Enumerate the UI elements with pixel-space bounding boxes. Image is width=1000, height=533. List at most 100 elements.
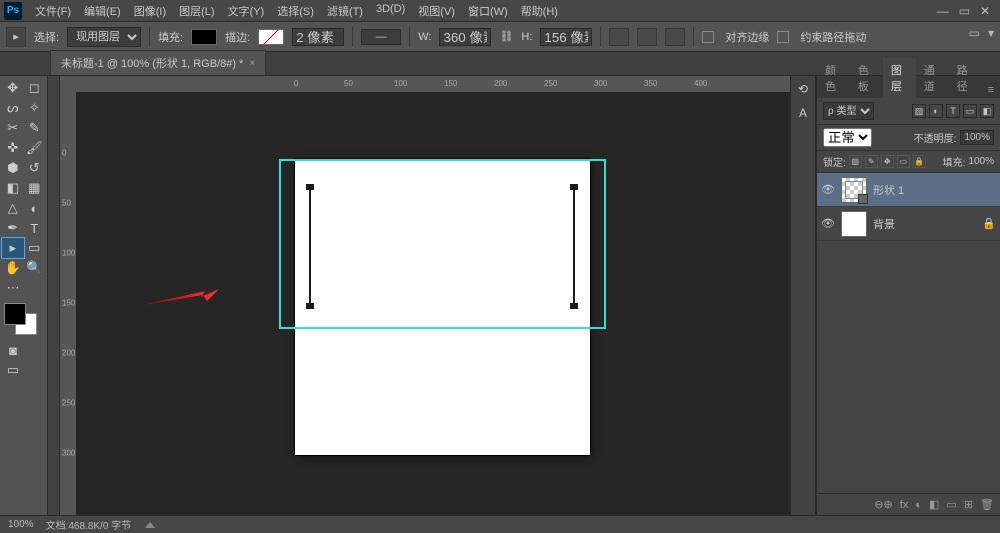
hand-tool[interactable]: ✋	[2, 258, 24, 278]
path-ops-button-2[interactable]	[637, 28, 657, 46]
link-layers-icon[interactable]: ⊖⊕	[874, 498, 892, 511]
heal-tool[interactable]: ✜	[2, 138, 24, 158]
close-button[interactable]: ✕	[980, 4, 990, 18]
tab-layers[interactable]: 图层	[883, 58, 916, 98]
menu-3d[interactable]: 3D(D)	[371, 1, 410, 21]
maximize-button[interactable]: ▭	[959, 4, 970, 18]
new-layer-icon[interactable]: ⊞	[964, 498, 973, 511]
shape-line-left[interactable]	[309, 187, 311, 306]
dodge-tool[interactable]: ◐	[24, 198, 46, 218]
anchor-point[interactable]	[570, 184, 578, 190]
tab-color[interactable]: 颜色	[817, 58, 850, 98]
visibility-icon[interactable]: 👁	[821, 183, 835, 196]
menu-select[interactable]: 选择(S)	[272, 1, 319, 21]
menu-image[interactable]: 图像(I)	[129, 1, 171, 21]
selection-bounds[interactable]	[279, 159, 606, 329]
collapsed-panel-strip[interactable]	[48, 76, 60, 515]
layer-row[interactable]: 👁 背景 🔒	[817, 207, 1000, 241]
panel-menu-icon[interactable]: ≡	[982, 82, 1000, 98]
delete-layer-icon[interactable]: 🗑	[980, 498, 994, 511]
path-ops-button-3[interactable]	[665, 28, 685, 46]
quickmask-tool[interactable]: ◙	[2, 340, 24, 360]
layer-row[interactable]: 👁 形状 1	[817, 173, 1000, 207]
align-edges-checkbox[interactable]	[702, 31, 714, 43]
history-panel-icon[interactable]: ⟲	[794, 82, 812, 98]
character-panel-icon[interactable]: A	[794, 106, 812, 122]
fill-swatch[interactable]	[191, 29, 217, 45]
eyedropper-tool[interactable]: ✎	[24, 118, 46, 138]
lock-position-icon[interactable]: ✥	[881, 155, 894, 168]
constrain-checkbox[interactable]	[777, 31, 789, 43]
tab-paths[interactable]: 路径	[949, 58, 982, 98]
document-tab-close-icon[interactable]: ×	[249, 58, 255, 69]
shape-tool[interactable]: ▭	[24, 238, 46, 258]
anchor-point[interactable]	[306, 184, 314, 190]
type-tool[interactable]: T	[24, 218, 46, 238]
cloud-icon[interactable]: ▭	[969, 26, 980, 40]
menu-edit[interactable]: 编辑(E)	[79, 1, 126, 21]
layer-thumb[interactable]	[841, 211, 867, 237]
layer-fx-icon[interactable]: fx	[900, 499, 909, 511]
document-tab[interactable]: 未标题-1 @ 100% (形状 1, RGB/8#) * ×	[50, 50, 266, 75]
lock-artboard-icon[interactable]: ▭	[897, 155, 910, 168]
lock-all-icon[interactable]: 🔒	[913, 155, 926, 168]
zoom-level[interactable]: 100%	[8, 519, 34, 530]
path-select-tool[interactable]: ▸	[2, 238, 24, 258]
minimize-button[interactable]: —	[937, 4, 949, 18]
color-swatches[interactable]	[2, 304, 38, 336]
layer-mask-icon[interactable]: ◐	[915, 499, 922, 511]
link-wh-icon[interactable]: ⛓	[499, 30, 513, 43]
menu-window[interactable]: 窗口(W)	[463, 1, 513, 21]
zoom-tool[interactable]: 🔍	[24, 258, 46, 278]
filter-type-icon[interactable]: T	[946, 104, 960, 118]
brush-tool[interactable]: 🖌	[24, 138, 46, 158]
filter-pixel-icon[interactable]: ▨	[912, 104, 926, 118]
move-tool[interactable]: ✥	[2, 78, 24, 98]
lock-transparent-icon[interactable]: ▨	[849, 155, 862, 168]
blend-mode-dropdown[interactable]: 正常	[823, 128, 872, 147]
opacity-value[interactable]: 100%	[960, 130, 994, 145]
stamp-tool[interactable]: ⬢	[2, 158, 24, 178]
tab-channels[interactable]: 通道	[916, 58, 949, 98]
screenmode-tool[interactable]: ▭	[2, 360, 24, 380]
gradient-tool[interactable]: ▦	[24, 178, 46, 198]
menu-filter[interactable]: 滤镜(T)	[322, 1, 368, 21]
group-icon[interactable]: ▭	[946, 498, 956, 511]
doc-size[interactable]: 文档:468.8K/0 字节	[46, 517, 132, 532]
anchor-point[interactable]	[570, 303, 578, 309]
menu-view[interactable]: 视图(V)	[413, 1, 460, 21]
width-input[interactable]	[439, 28, 491, 46]
select-target-dropdown[interactable]: 现用图层	[67, 27, 141, 47]
history-brush-tool[interactable]: ↺	[24, 158, 46, 178]
fill-opacity-value[interactable]: 100%	[968, 156, 994, 167]
shape-line-right[interactable]	[573, 187, 575, 306]
layer-kind-filter[interactable]: ρ 类型	[823, 102, 874, 120]
pen-tool[interactable]: ✒	[2, 218, 24, 238]
layer-name[interactable]: 背景	[873, 216, 895, 232]
tool-preset-icon[interactable]: ▸	[6, 27, 26, 47]
adjustment-layer-icon[interactable]: ◧	[929, 498, 939, 511]
eraser-tool[interactable]: ◧	[2, 178, 24, 198]
layer-thumb[interactable]	[841, 177, 867, 203]
wand-tool[interactable]: ✧	[24, 98, 46, 118]
height-input[interactable]	[540, 28, 592, 46]
filter-smart-icon[interactable]: ◧	[980, 104, 994, 118]
path-ops-button-1[interactable]	[609, 28, 629, 46]
tab-swatches[interactable]: 色板	[850, 58, 883, 98]
status-menu-icon[interactable]	[145, 522, 155, 528]
workspace-menu-icon[interactable]: ▾	[988, 26, 994, 40]
marquee-tool[interactable]: ◻	[24, 78, 46, 98]
menu-layer[interactable]: 图层(L)	[174, 1, 219, 21]
menu-file[interactable]: 文件(F)	[30, 1, 76, 21]
foreground-color[interactable]	[5, 304, 25, 324]
stroke-style-dropdown[interactable]: —	[361, 29, 401, 45]
visibility-icon[interactable]: 👁	[821, 217, 835, 230]
layer-name[interactable]: 形状 1	[873, 182, 904, 198]
crop-tool[interactable]: ✂	[2, 118, 24, 138]
blur-tool[interactable]: △	[2, 198, 24, 218]
stroke-width-input[interactable]	[292, 28, 344, 46]
filter-shape-icon[interactable]: ▭	[963, 104, 977, 118]
menu-type[interactable]: 文字(Y)	[223, 1, 270, 21]
anchor-point[interactable]	[306, 303, 314, 309]
stroke-swatch[interactable]	[258, 29, 284, 45]
